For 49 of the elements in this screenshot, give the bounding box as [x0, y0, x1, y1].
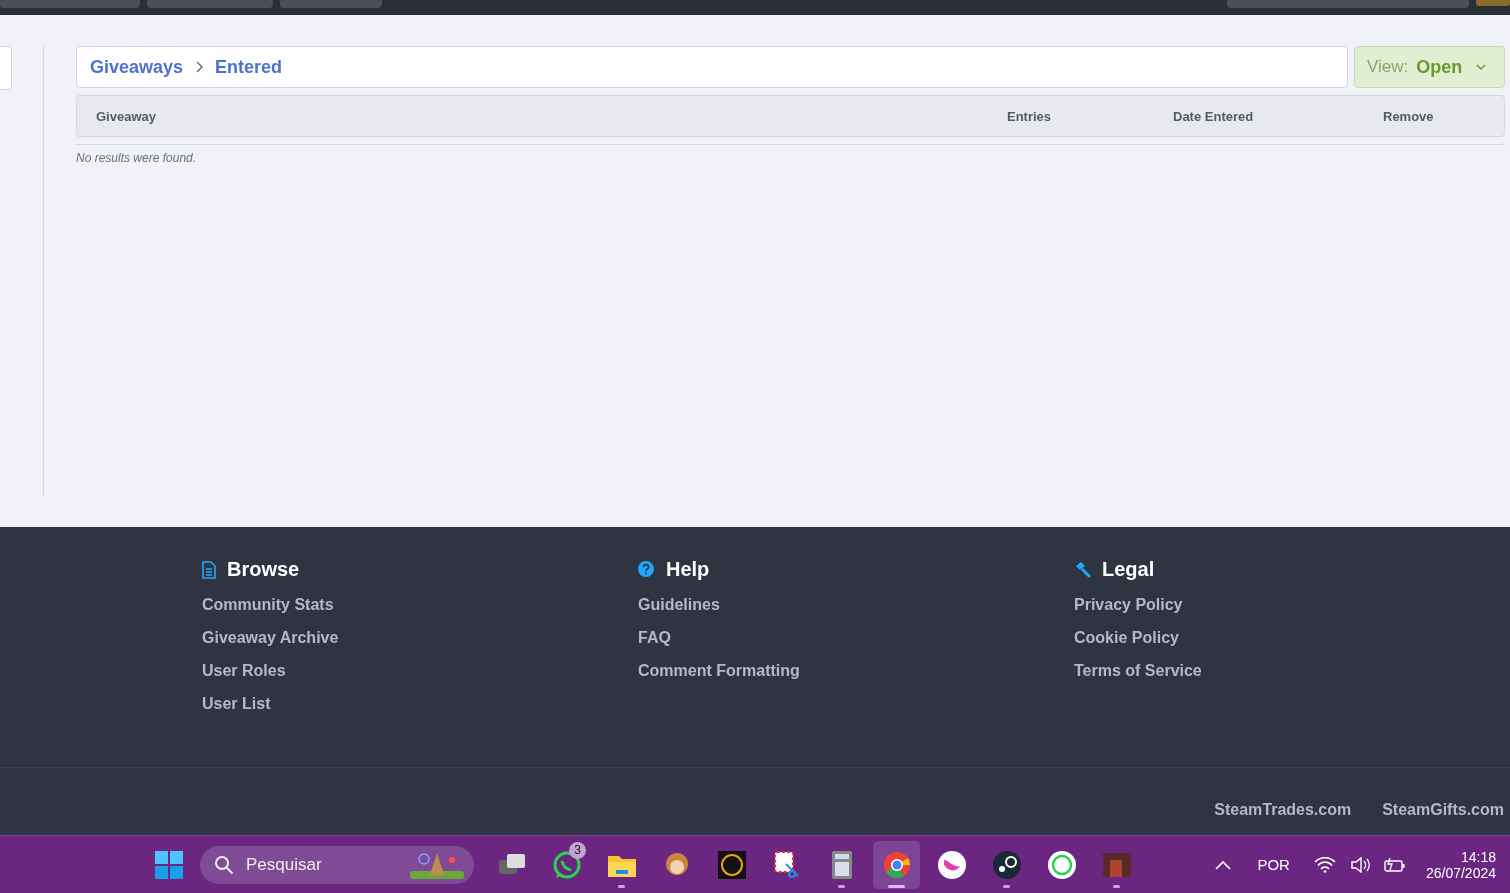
- running-indicator: [838, 884, 845, 888]
- footer-link[interactable]: Comment Formatting: [638, 662, 800, 680]
- search-field[interactable]: Pesquisar: [244, 853, 400, 876]
- running-indicator: [618, 884, 625, 888]
- sidebar-panel: [0, 46, 12, 90]
- chevron-down-icon: [1476, 64, 1487, 70]
- footer-link[interactable]: Community Stats: [202, 596, 334, 614]
- clock[interactable]: 14:18 26/07/2024: [1425, 848, 1496, 881]
- search-icon: [214, 854, 234, 875]
- footer-link[interactable]: Cookie Policy: [1074, 629, 1179, 647]
- footer-link[interactable]: Terms of Service: [1074, 662, 1202, 680]
- browser-icon: [881, 849, 912, 880]
- column-header: Entries: [1007, 108, 1053, 124]
- search-box[interactable]: Pesquisar: [200, 845, 474, 884]
- running-indicator: [1003, 884, 1010, 888]
- taskbar-app-button[interactable]: 3: [543, 840, 590, 889]
- footer-link[interactable]: User Roles: [202, 662, 286, 680]
- chevron-up-icon[interactable]: [1215, 859, 1232, 870]
- battery-icon[interactable]: [1383, 856, 1406, 873]
- notification-badge: 3: [569, 841, 586, 859]
- document-icon: [202, 560, 216, 579]
- column-header: Giveaway: [96, 108, 157, 124]
- footer-heading: Browse: [227, 558, 300, 581]
- dark-app-icon: [716, 849, 747, 880]
- column-header: Date Entered: [1173, 108, 1255, 124]
- language-indicator[interactable]: POR: [1257, 856, 1290, 873]
- footer-heading: Help: [666, 558, 710, 581]
- footer-link[interactable]: Guidelines: [638, 596, 720, 614]
- tower-drawing: [410, 850, 464, 879]
- chevron-right-icon: [195, 61, 204, 73]
- running-indicator: [1113, 884, 1120, 888]
- help-icon: [638, 560, 655, 579]
- wifi-icon[interactable]: [1313, 856, 1336, 873]
- windows-start-icon[interactable]: [154, 849, 184, 880]
- footer-link[interactable]: Giveaway Archive: [202, 629, 339, 647]
- running-indicator: [888, 884, 905, 888]
- footer-link[interactable]: FAQ: [638, 629, 671, 647]
- breadcrumb-link[interactable]: Entered: [215, 56, 283, 78]
- empty-message: No results were found.: [76, 151, 198, 165]
- footer-heading: Legal: [1102, 558, 1155, 581]
- footer-link[interactable]: User List: [202, 695, 271, 713]
- column-header: Remove: [1383, 108, 1434, 124]
- speaker-icon[interactable]: [1349, 856, 1370, 873]
- site-link[interactable]: SteamTrades.com: [1214, 801, 1352, 819]
- breadcrumb-link[interactable]: Giveaways: [90, 56, 184, 78]
- site-link[interactable]: SteamGifts.com: [1382, 801, 1504, 819]
- taskbar-app-button[interactable]: [873, 840, 920, 889]
- gavel-icon: [1074, 560, 1091, 579]
- footer-link[interactable]: Privacy Policy: [1074, 596, 1183, 614]
